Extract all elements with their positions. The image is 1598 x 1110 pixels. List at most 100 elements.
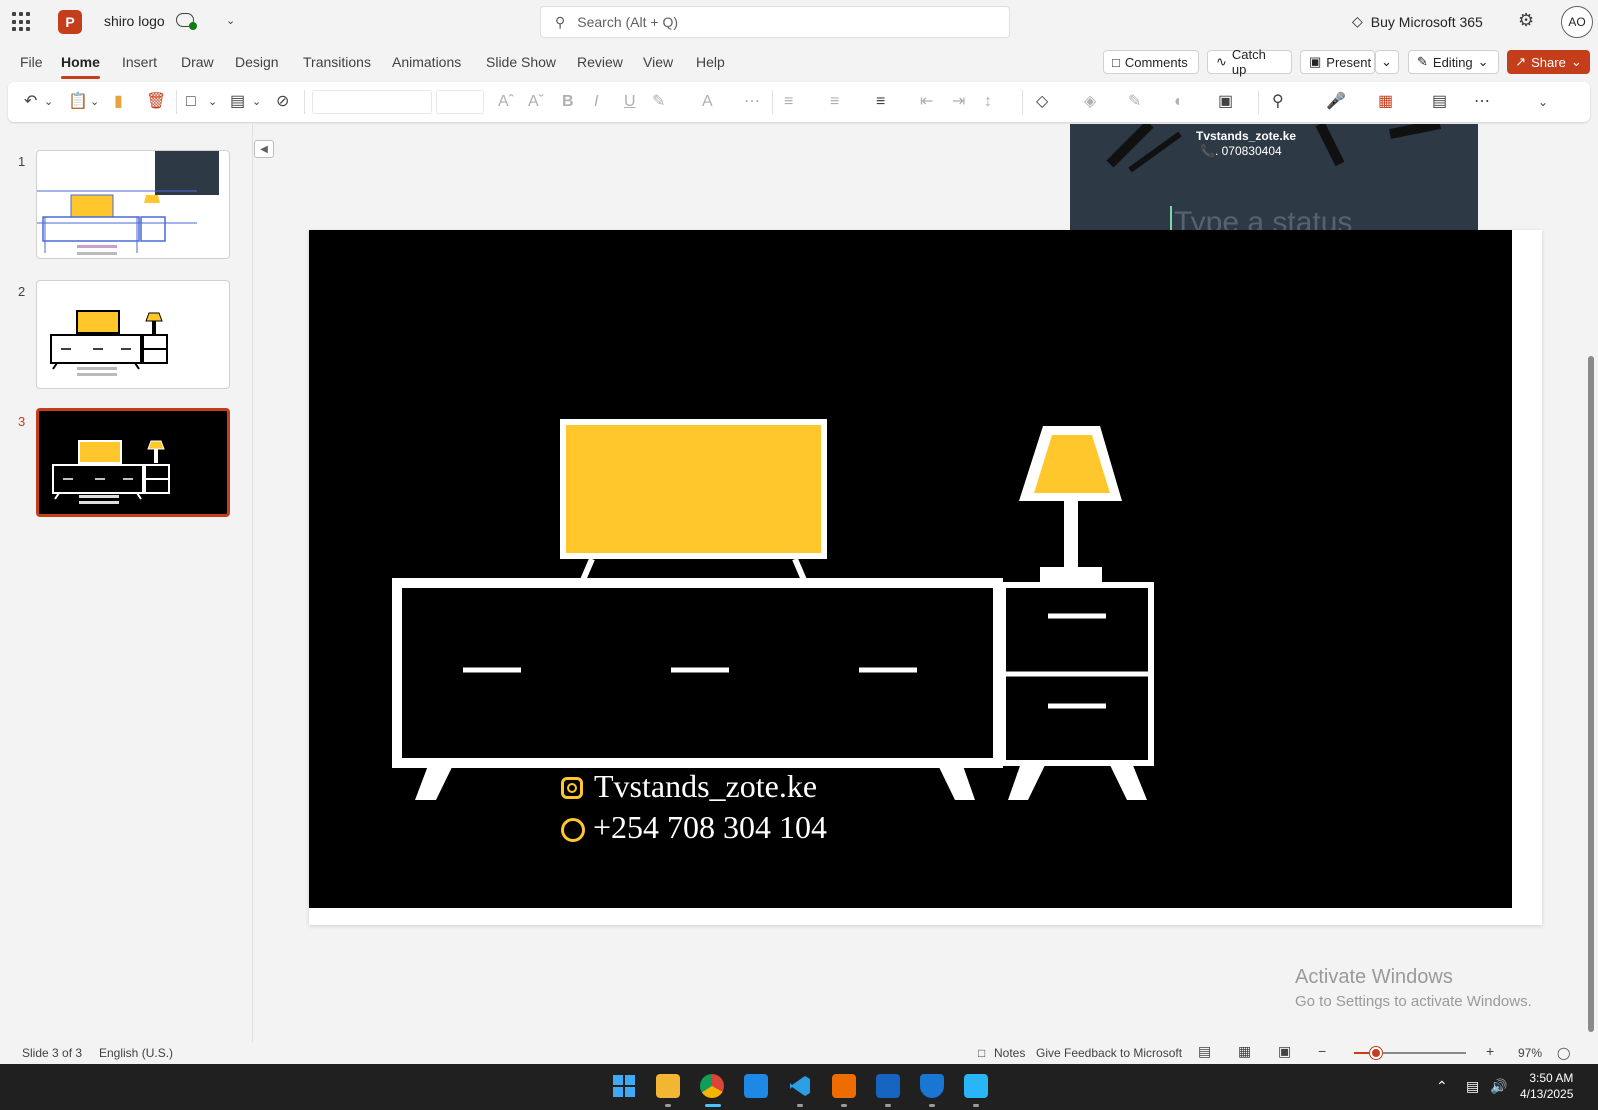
instagram-handle[interactable]: Tvstands_zote.ke — [594, 768, 817, 805]
chrome-icon[interactable] — [700, 1074, 724, 1098]
highlight-icon[interactable]: ✎ — [652, 92, 665, 112]
format-painter-icon[interactable]: ▮ — [114, 92, 123, 112]
tab-file[interactable]: File — [20, 54, 43, 70]
present-button[interactable]: ▣ Present — [1300, 50, 1375, 74]
catch-up-label: Catch up — [1231, 47, 1266, 77]
present-options-chevron-icon[interactable]: ⌄ — [1375, 50, 1399, 74]
zoom-slider[interactable] — [1354, 1047, 1466, 1059]
slide-thumbnail-1[interactable] — [36, 150, 230, 259]
volume-icon[interactable]: 🔊 — [1490, 1078, 1507, 1095]
tab-insert[interactable]: Insert — [122, 54, 157, 70]
zoom-out-icon[interactable]: − — [1318, 1043, 1326, 1059]
vscode-icon[interactable] — [788, 1074, 812, 1098]
zoom-in-icon[interactable]: + — [1486, 1043, 1494, 1059]
tab-home[interactable]: Home — [61, 54, 100, 79]
feedback-link[interactable]: Give Feedback to Microsoft — [1036, 1046, 1182, 1060]
store-icon[interactable] — [744, 1074, 768, 1098]
reading-view-icon[interactable]: ▣ — [1278, 1043, 1291, 1060]
paste-icon[interactable]: 📋 — [68, 92, 88, 112]
arrange-icon[interactable]: ▣ — [1218, 92, 1233, 112]
chevron-down-icon[interactable]: ⌄ — [252, 92, 261, 112]
chevron-up-icon[interactable]: ⌃ — [1436, 1078, 1448, 1095]
slide-canvas[interactable]: Tvstands_zote.ke +254 708 304 104 — [309, 230, 1512, 908]
chevron-down-icon[interactable]: ⌄ — [44, 92, 53, 112]
whatsapp-number[interactable]: +254 708 304 104 — [593, 809, 827, 846]
avatar[interactable]: AO — [1561, 6, 1593, 38]
photos-icon[interactable] — [876, 1074, 900, 1098]
editing-mode-button[interactable]: ✎ Editing ⌄ — [1408, 50, 1499, 74]
font-color-icon[interactable]: A — [702, 92, 713, 112]
share-button[interactable]: ↗ Share ⌄ — [1507, 50, 1590, 74]
slide-sorter-icon[interactable]: ▦ — [1238, 1043, 1251, 1060]
zoom-slider-thumb[interactable] — [1370, 1047, 1382, 1059]
system-clock[interactable]: 3:50 AM 4/13/2025 — [1520, 1070, 1573, 1102]
add-ins-icon[interactable]: ▤ — [1432, 92, 1447, 112]
microphone-icon[interactable]: 🎤 — [1326, 92, 1346, 112]
tab-view[interactable]: View — [643, 54, 673, 70]
layout-icon[interactable]: ▤ — [230, 92, 245, 112]
increase-font-icon[interactable]: Aˆ — [498, 92, 514, 112]
security-shield-icon[interactable] — [920, 1074, 944, 1098]
app-launcher-icon[interactable] — [12, 12, 32, 32]
italic-icon[interactable]: I — [594, 92, 598, 112]
fit-to-window-icon[interactable]: ◯ — [1557, 1046, 1570, 1060]
hide-slide-icon[interactable]: ⊘ — [276, 92, 289, 112]
collapse-pane-icon[interactable]: ◀ — [254, 140, 274, 158]
tab-animations[interactable]: Animations — [392, 54, 461, 70]
tab-draw[interactable]: Draw — [181, 54, 214, 70]
comments-button[interactable]: □ Comments — [1103, 50, 1199, 74]
line-spacing-icon[interactable]: ↕ — [984, 92, 992, 112]
designer-icon[interactable]: ▦ — [1378, 92, 1393, 112]
shape-outline-icon[interactable]: ✎ — [1128, 92, 1141, 112]
start-icon[interactable] — [612, 1074, 636, 1098]
underline-icon[interactable]: U — [624, 92, 636, 112]
zoom-level[interactable]: 97% — [1518, 1046, 1542, 1060]
gear-icon[interactable]: ⚙ — [1518, 10, 1534, 31]
new-slide-icon[interactable]: □ — [186, 92, 196, 112]
normal-view-icon[interactable]: ▤ — [1198, 1043, 1211, 1060]
catch-up-button[interactable]: ∿ Catch up — [1207, 47, 1292, 77]
collapse-ribbon-icon[interactable]: ⌄ — [1538, 92, 1548, 112]
pasted-image[interactable]: Tvstands_zote.ke 📞. 070830404 Type a sta… — [1070, 124, 1478, 230]
chevron-down-icon[interactable]: ⌄ — [226, 14, 235, 27]
bold-icon[interactable]: B — [562, 92, 574, 112]
network-icon[interactable]: ▤ — [1466, 1078, 1479, 1095]
more-font-options-icon[interactable]: ⋯ — [744, 92, 760, 112]
tab-transitions[interactable]: Transitions — [303, 54, 371, 70]
notepad-icon[interactable] — [964, 1074, 988, 1098]
buy-microsoft-365-button[interactable]: ◇ Buy Microsoft 365 — [1352, 13, 1483, 30]
font-size-select[interactable] — [436, 90, 484, 114]
language-indicator[interactable]: English (U.S.) — [99, 1046, 173, 1060]
undo-icon[interactable]: ↶ — [24, 92, 37, 112]
pane-divider[interactable] — [252, 124, 253, 1042]
shape-fill-icon[interactable]: ◈ — [1084, 92, 1096, 112]
tab-review[interactable]: Review — [577, 54, 623, 70]
slide-thumbnail-2[interactable] — [36, 280, 230, 389]
slide-thumbnail-3[interactable] — [36, 408, 230, 517]
file-explorer-icon[interactable] — [656, 1074, 680, 1098]
numbering-icon[interactable]: ≡ — [830, 92, 839, 112]
tab-slide-show[interactable]: Slide Show — [486, 54, 556, 70]
notes-icon[interactable]: □ — [978, 1046, 985, 1060]
chevron-down-icon[interactable]: ⌄ — [208, 92, 217, 112]
find-icon[interactable]: ⚲ — [1272, 92, 1284, 112]
tab-design[interactable]: Design — [235, 54, 279, 70]
document-title[interactable]: shiro logo — [104, 13, 165, 29]
furniture-illustration[interactable] — [309, 230, 1512, 908]
notes-button[interactable]: Notes — [994, 1046, 1025, 1060]
more-options-icon[interactable]: ⋯ — [1474, 92, 1490, 112]
vertical-scrollbar[interactable] — [1588, 356, 1594, 1032]
font-family-select[interactable] — [312, 90, 432, 114]
decrease-indent-icon[interactable]: ⇤ — [920, 92, 933, 112]
shapes-icon[interactable]: ◇ — [1036, 92, 1048, 112]
bullets-icon[interactable]: ≡ — [784, 92, 793, 112]
shape-effects-icon[interactable]: ◐ — [1174, 92, 1184, 112]
delete-icon[interactable]: 🗑 — [146, 92, 166, 112]
search-input[interactable]: ⚲ Search (Alt + Q) — [540, 6, 1010, 38]
xampp-icon[interactable] — [832, 1074, 856, 1098]
increase-indent-icon[interactable]: ⇥ — [952, 92, 965, 112]
chevron-down-icon[interactable]: ⌄ — [90, 92, 99, 112]
align-icon[interactable]: ≡ — [876, 92, 885, 112]
decrease-font-icon[interactable]: Aˇ — [528, 92, 544, 112]
tab-help[interactable]: Help — [696, 54, 725, 70]
